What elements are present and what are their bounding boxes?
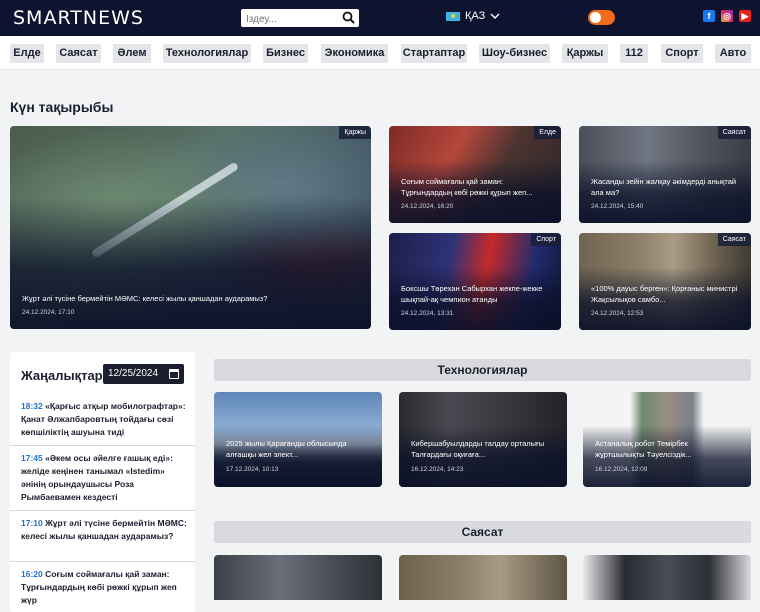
divider xyxy=(10,561,195,562)
people-photo xyxy=(583,555,751,600)
card-date: 16.12.2024, 12:09 xyxy=(595,466,648,473)
category-sayasat[interactable]: Саясат xyxy=(56,44,101,63)
category-finance[interactable]: Қаржы xyxy=(562,44,608,63)
politics-card[interactable] xyxy=(583,555,751,600)
date-value: 12/25/2024 xyxy=(108,368,159,379)
topic-card[interactable]: Саясат Жасанды зейін жалқау әкімдерді ан… xyxy=(579,126,751,223)
card-date: 24.12.2024, 15:40 xyxy=(591,203,644,210)
category-economy[interactable]: Экономика xyxy=(321,44,388,63)
card-tag: Елде xyxy=(534,126,561,139)
news-item[interactable]: 16:20 Соғым соймағалы қай заман: Тұрғынд… xyxy=(21,568,189,607)
category-bar: Елде Саясат Әлем Технологиялар Бизнес Эк… xyxy=(0,36,760,70)
news-sidebar: Жаңалықтар 18:32 «Қарғыс атқыр мобилогра… xyxy=(10,352,195,612)
news-time: 16:20 xyxy=(21,569,43,579)
news-time: 17:45 xyxy=(21,453,43,463)
politics-card[interactable] xyxy=(399,555,567,600)
facebook-icon[interactable]: f xyxy=(703,10,715,22)
politics-card[interactable] xyxy=(214,555,382,600)
category-112[interactable]: 112 xyxy=(620,44,648,63)
divider xyxy=(10,510,195,511)
category-technology[interactable]: Технологиялар xyxy=(163,44,251,63)
search-box[interactable] xyxy=(241,9,359,29)
language-selector[interactable]: ҚАЗ xyxy=(446,10,500,22)
card-title: Жасанды зейін жалқау әкімдерді анықтай а… xyxy=(591,177,737,197)
card-title: Кибершабуылдарды талдау орталығы Талғард… xyxy=(411,439,545,459)
card-tag: Спорт xyxy=(531,233,561,246)
card-title: Боксшы Төрехан Сабырхан жекпе-жекке шықп… xyxy=(401,284,543,304)
theme-toggle[interactable] xyxy=(588,10,615,25)
tech-card[interactable]: 2025 жылы Қарағанды облысында алғашқы же… xyxy=(214,392,382,487)
news-item[interactable]: 18:32 «Қарғыс атқыр мобилографтар»: Қана… xyxy=(21,400,189,439)
section-title-politics[interactable]: Саясат xyxy=(214,521,751,543)
category-auto[interactable]: Авто xyxy=(715,44,751,63)
card-title: 2025 жылы Қарағанды облысында алғашқы же… xyxy=(226,439,347,459)
category-elde[interactable]: Елде xyxy=(10,44,44,63)
topic-card[interactable]: Спорт Боксшы Төрехан Сабырхан жекпе-жекк… xyxy=(389,233,561,330)
category-alem[interactable]: Әлем xyxy=(113,44,151,63)
card-date: 24.12.2024, 13:31 xyxy=(401,310,454,317)
news-title: Жаңалықтар xyxy=(21,368,103,383)
language-label: ҚАЗ xyxy=(465,10,486,22)
main-topic-card[interactable]: Қаржы Жұрт әлі түсіне бермейтін МӘМС: ке… xyxy=(10,126,371,329)
divider xyxy=(10,445,195,446)
search-icon[interactable] xyxy=(342,11,355,24)
chevron-down-icon xyxy=(490,13,500,19)
card-title: «100% дауыс берген»: Қорғаныс министрі Ж… xyxy=(591,284,738,304)
card-title: Соғым соймағалы қай заман: Тұрғындардың … xyxy=(401,177,533,197)
tech-card[interactable]: Кибершабуылдарды талдау орталығы Талғард… xyxy=(399,392,567,487)
tech-card[interactable]: Астаналық робот Темірбек жұртшылықты Тәу… xyxy=(583,392,751,487)
news-text: «Әкем осы әйелге ғашық еді»: желіде кеңі… xyxy=(21,453,173,502)
card-date: 16.12.2024, 14:23 xyxy=(411,466,464,473)
site-logo[interactable]: SMARTNEWS xyxy=(13,7,144,29)
category-showbiz[interactable]: Шоу-бизнес xyxy=(479,44,550,63)
search-input[interactable] xyxy=(241,10,337,29)
section-title-technology[interactable]: Технологиялар xyxy=(214,359,751,381)
category-sport[interactable]: Спорт xyxy=(661,44,703,63)
topic-card[interactable]: Елде Соғым соймағалы қай заман: Тұрғында… xyxy=(389,126,561,223)
minister-photo xyxy=(399,555,567,600)
toggle-knob xyxy=(590,12,601,23)
top-bar: SMARTNEWS ҚАЗ f ◎ ▶ xyxy=(0,0,760,36)
news-text: «Қарғыс атқыр мобилографтар»: Қанат Әлжа… xyxy=(21,401,186,437)
date-picker[interactable]: 12/25/2024 xyxy=(103,364,184,384)
news-time: 18:32 xyxy=(21,401,43,411)
card-tag: Саясат xyxy=(717,126,751,139)
kazakhstan-flag-icon xyxy=(446,11,460,21)
section-title-day-topics: Күн тақырыбы xyxy=(10,99,114,115)
youtube-icon[interactable]: ▶ xyxy=(739,10,751,22)
card-date: 24.12.2024, 16:20 xyxy=(401,203,454,210)
news-time: 17:10 xyxy=(21,518,43,528)
card-date: 24.12.2024, 12:53 xyxy=(591,310,644,317)
news-item[interactable]: 17:45 «Әкем осы әйелге ғашық еді»: желід… xyxy=(21,452,189,504)
card-title: Астаналық робот Темірбек жұртшылықты Тәу… xyxy=(595,439,692,459)
category-startups[interactable]: Стартаптар xyxy=(401,44,467,63)
news-item[interactable]: 17:10 Жұрт әлі түсіне бермейтін МӘМС: ке… xyxy=(21,517,189,543)
category-business[interactable]: Бизнес xyxy=(263,44,308,63)
news-text: Жұрт әлі түсіне бермейтін МӘМС: келесі ж… xyxy=(21,518,187,541)
topic-card[interactable]: Саясат «100% дауыс берген»: Қорғаныс мин… xyxy=(579,233,751,330)
card-date: 17.12.2024, 10:13 xyxy=(226,466,279,473)
robot-photo xyxy=(214,555,382,600)
instagram-icon[interactable]: ◎ xyxy=(721,10,733,22)
card-title: Жұрт әлі түсіне бермейтін МӘМС: келесі ж… xyxy=(22,294,268,303)
card-tag: Саясат xyxy=(717,233,751,246)
calendar-icon[interactable] xyxy=(169,369,179,379)
card-tag: Қаржы xyxy=(339,126,371,139)
card-date: 24.12.2024, 17:10 xyxy=(22,309,75,316)
